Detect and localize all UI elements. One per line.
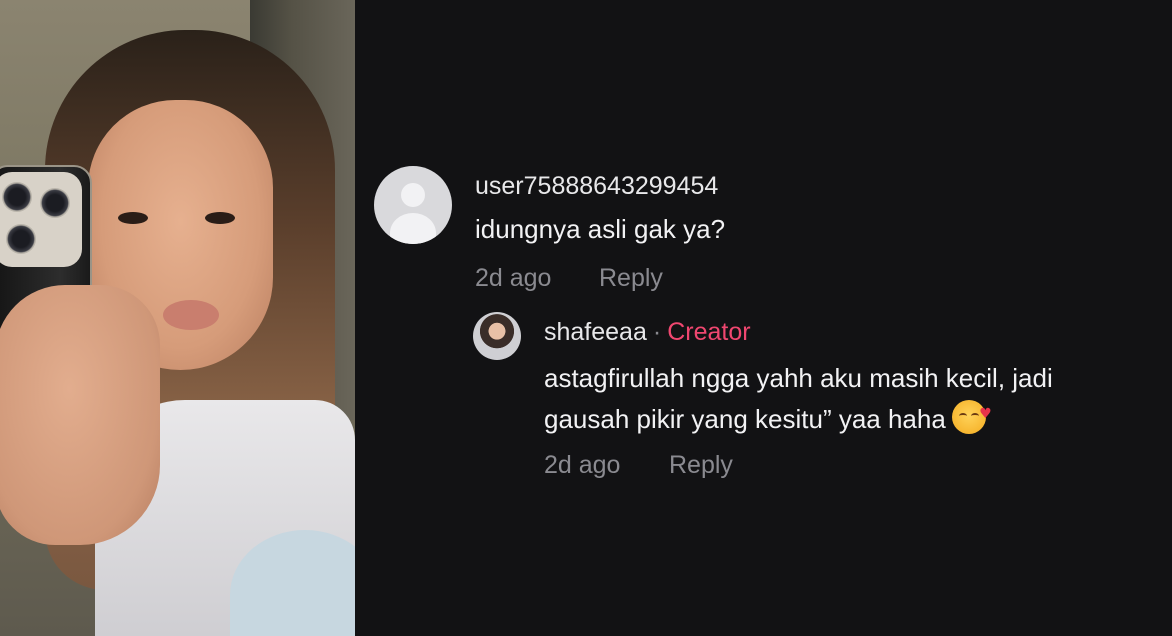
comment-username[interactable]: user75888643299454 [475, 172, 718, 201]
reply-button[interactable]: Reply [669, 451, 733, 480]
separator-dot: · [652, 318, 662, 346]
default-user-avatar-icon[interactable] [374, 166, 452, 244]
hand-shape [0, 285, 160, 545]
comments-panel: user75888643299454 idungnya asli gak ya?… [355, 0, 1172, 636]
heart-icon: ♥ [979, 406, 992, 422]
avatar-body [390, 213, 436, 244]
comment-text: idungnya asli gak ya? [475, 214, 726, 244]
camera-lens-icon [6, 224, 36, 254]
reply-timestamp: 2d ago [544, 451, 621, 479]
phone-camera-block [0, 172, 82, 267]
camera-lens-icon [40, 188, 70, 218]
smiling-face-with-hearts-icon: ♥ [951, 400, 992, 434]
creator-avatar[interactable] [473, 312, 521, 360]
reply-header: shafeeaa · Creator [544, 318, 751, 347]
camera-lens-icon [2, 182, 32, 212]
comment-timestamp: 2d ago [475, 264, 552, 292]
video-thumbnail-photo [0, 0, 355, 636]
reply-text: astagfirullah ngga yahh aku masih kecil,… [544, 358, 1053, 440]
creator-badge: Creator [667, 318, 751, 346]
right-eye-shape [205, 212, 235, 224]
reply-text-line-1: astagfirullah ngga yahh aku masih kecil,… [544, 363, 1053, 393]
reply-username[interactable]: shafeeaa [544, 318, 647, 346]
reply-text-line-2: gausah pikir yang kesitu” yaa haha ♥ [544, 399, 1053, 440]
left-eye-shape [118, 212, 148, 224]
reply-text-line-2-content: gausah pikir yang kesitu” yaa haha [544, 404, 946, 434]
reply-button[interactable]: Reply [599, 264, 663, 293]
avatar-head [401, 183, 425, 207]
lips-shape [163, 300, 219, 330]
